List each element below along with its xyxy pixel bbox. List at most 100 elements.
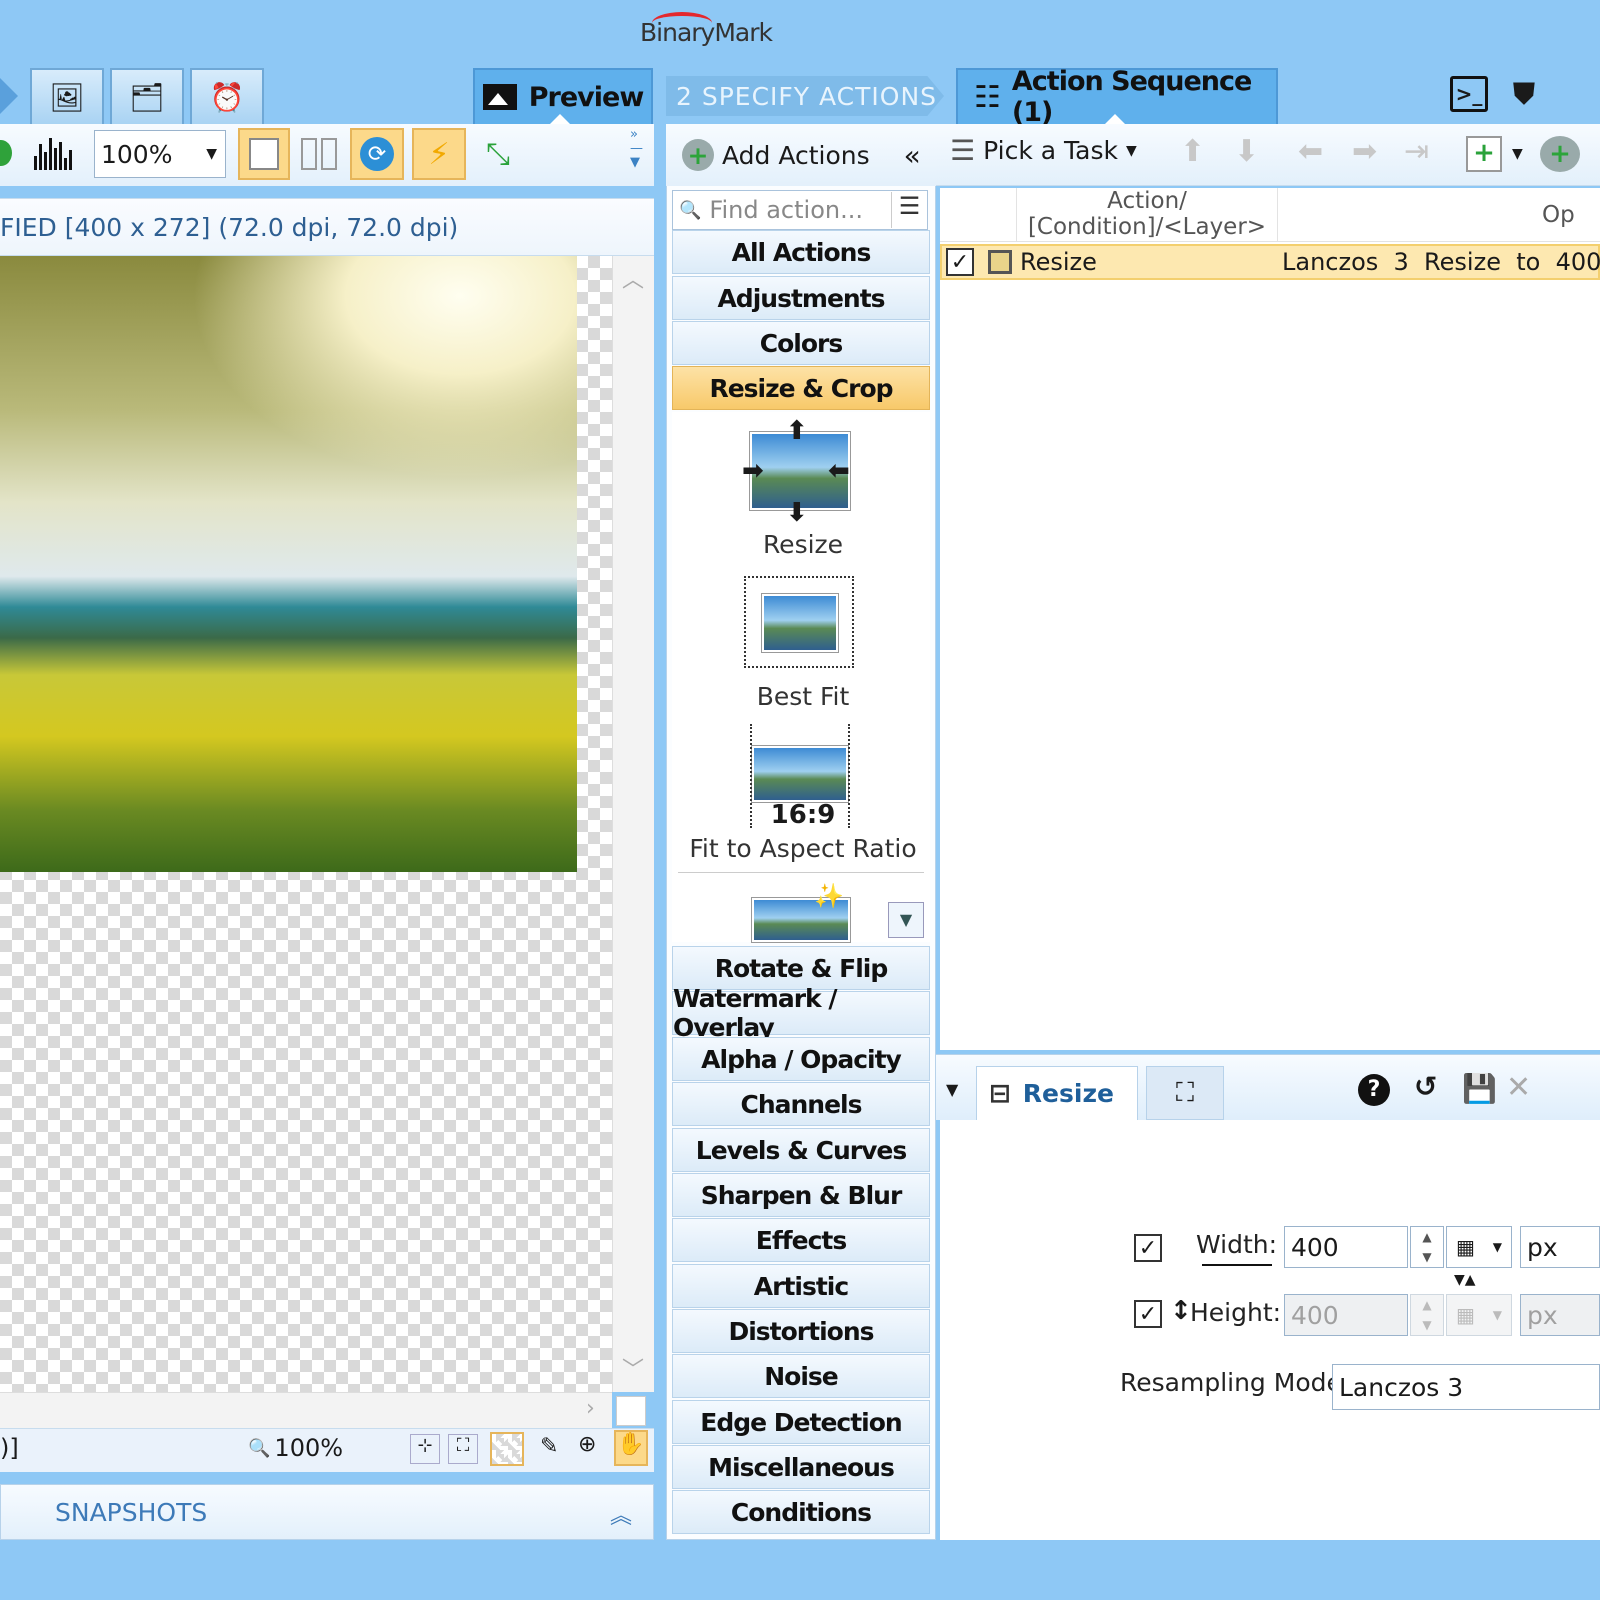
zoom-tool-icon[interactable]: ⊕ bbox=[578, 1432, 596, 1457]
width-enable-checkbox[interactable]: ✓ bbox=[1134, 1234, 1162, 1262]
tab-resize-settings[interactable]: ⊟ Resize bbox=[976, 1066, 1138, 1120]
zoom-select[interactable]: 100% ▼ bbox=[94, 130, 226, 178]
move-to-end-icon[interactable]: ⇥ bbox=[1404, 134, 1429, 169]
resampling-mode-select[interactable]: Lanczos 3 bbox=[1332, 1364, 1600, 1410]
height-spinner[interactable]: ▲ ▼ bbox=[1410, 1294, 1444, 1336]
link-arrows-icon[interactable]: ▼▲ bbox=[1454, 1272, 1476, 1288]
lightning-icon: ⚡ bbox=[428, 136, 450, 172]
move-up-icon[interactable]: ⬆ bbox=[1180, 134, 1205, 169]
hand-tool-icon[interactable]: ✋ bbox=[614, 1430, 648, 1466]
category-sharpen-blur[interactable]: Sharpen & Blur bbox=[672, 1173, 930, 1217]
image-list-tab[interactable]: 🖼 bbox=[30, 68, 104, 124]
resampling-mode-label: Resampling Mode: bbox=[1120, 1368, 1351, 1397]
pick-task-dropdown[interactable]: ☰ Pick a Task ▼ bbox=[950, 134, 1137, 167]
divider bbox=[678, 872, 924, 873]
height-calculator[interactable]: ▦ ▼ bbox=[1446, 1294, 1512, 1336]
category-resize-crop[interactable]: Resize & Crop bbox=[672, 366, 930, 410]
category-all-actions[interactable]: All Actions bbox=[672, 230, 930, 274]
arrow-left-icon: ⬅ bbox=[828, 456, 850, 486]
add-action-gear-icon[interactable]: + bbox=[1540, 136, 1580, 172]
column-options[interactable]: Op bbox=[1542, 202, 1575, 228]
scroll-down-icon[interactable]: ﹀ bbox=[622, 1352, 644, 1384]
category-adjustments[interactable]: Adjustments bbox=[672, 276, 930, 320]
save-icon[interactable]: 💾 bbox=[1462, 1072, 1497, 1105]
add-actions-header[interactable]: + Add Actions « bbox=[666, 124, 936, 186]
toolbar-overflow-icon[interactable]: » — ▼ bbox=[630, 128, 648, 178]
scroll-up-icon[interactable]: ︿ bbox=[622, 262, 644, 294]
horizontal-scrollbar[interactable] bbox=[0, 1392, 612, 1428]
resize-action-label[interactable]: Resize bbox=[672, 530, 934, 559]
help-icon[interactable]: ? bbox=[1358, 1074, 1390, 1106]
close-icon[interactable]: ✕ bbox=[1506, 1070, 1531, 1105]
search-icon: 🔍 bbox=[679, 199, 702, 221]
height-enable-checkbox[interactable]: ✓ bbox=[1134, 1300, 1162, 1328]
width-calculator[interactable]: ▦ ▼ bbox=[1446, 1226, 1512, 1268]
category-conditions[interactable]: Conditions bbox=[672, 1490, 930, 1534]
console-icon[interactable]: >_ bbox=[1450, 76, 1488, 112]
scroll-right-icon[interactable]: › bbox=[586, 1396, 595, 1421]
auto-refresh-button[interactable]: ⟳ bbox=[350, 128, 404, 180]
move-down-icon[interactable]: ⬇ bbox=[1234, 134, 1259, 169]
category-miscellaneous[interactable]: Miscellaneous bbox=[672, 1445, 930, 1489]
height-dimension-icon: ↕ bbox=[1170, 1296, 1192, 1326]
add-layer-icon[interactable]: + bbox=[1466, 136, 1502, 172]
height-label: Height: bbox=[1190, 1298, 1282, 1327]
category-levels-curves[interactable]: Levels & Curves bbox=[672, 1128, 930, 1172]
category-channels[interactable]: Channels bbox=[672, 1082, 930, 1126]
category-distortions[interactable]: Distortions bbox=[672, 1309, 930, 1353]
category-watermark-overlay[interactable]: Watermark / Overlay bbox=[672, 984, 930, 1042]
schedule-tab[interactable]: ⏰ bbox=[190, 68, 264, 124]
best-fit-action-label[interactable]: Best Fit bbox=[672, 682, 934, 711]
find-action-input[interactable]: 🔍 Find action... ☰ bbox=[672, 190, 928, 230]
category-colors[interactable]: Colors bbox=[672, 321, 930, 365]
width-input[interactable]: 400 bbox=[1284, 1226, 1408, 1268]
collapse-settings-icon[interactable]: ▼ bbox=[946, 1080, 958, 1099]
histogram-icon[interactable] bbox=[34, 136, 74, 170]
split-view-button[interactable] bbox=[298, 134, 340, 174]
category-artistic[interactable]: Artistic bbox=[672, 1264, 930, 1308]
width-spinner[interactable]: ▲ ▼ bbox=[1410, 1226, 1444, 1268]
alarm-clock-icon: ⏰ bbox=[209, 80, 245, 114]
snapshots-bar[interactable]: SNAPSHOTS bbox=[0, 1484, 654, 1540]
add-gear-icon: + bbox=[682, 139, 714, 171]
column-action[interactable]: Action/[Condition]/<Layer> bbox=[1016, 188, 1278, 242]
row-action-options: Lanczos 3 Resize to 400 bbox=[1282, 248, 1600, 276]
fit-aspect-ratio-action-label[interactable]: Fit to Aspect Ratio bbox=[672, 834, 934, 863]
single-view-button[interactable] bbox=[238, 128, 290, 180]
step-specify-actions[interactable]: 2 SPECIFY ACTIONS bbox=[666, 76, 944, 116]
status-left-text: )] bbox=[0, 1434, 19, 1462]
row-action-name: Resize bbox=[1020, 248, 1097, 276]
back-arrow-icon[interactable] bbox=[0, 78, 18, 114]
expand-list-icon[interactable]: ▼ bbox=[888, 902, 924, 938]
fit-view-icon[interactable]: ⛶ bbox=[448, 1434, 478, 1464]
collapse-left-icon[interactable]: « bbox=[904, 139, 921, 172]
category-noise[interactable]: Noise bbox=[672, 1354, 930, 1398]
reset-icon[interactable]: ↺ bbox=[1414, 1070, 1437, 1103]
move-left-icon[interactable]: ⬅ bbox=[1298, 134, 1323, 169]
expand-up-icon[interactable]: ︽ bbox=[610, 1498, 632, 1530]
category-edge-detection[interactable]: Edge Detection bbox=[672, 1400, 930, 1444]
shield-icon[interactable]: ⛊ bbox=[1508, 76, 1540, 112]
vertical-scrollbar[interactable] bbox=[612, 256, 654, 1392]
folder-search-icon: 🗂 bbox=[129, 80, 165, 114]
checker-toggle-icon[interactable] bbox=[490, 1432, 524, 1466]
column-action-line2: [Condition]/<Layer> bbox=[1027, 214, 1267, 240]
height-input[interactable]: 400 bbox=[1284, 1294, 1408, 1336]
row-enable-checkbox[interactable]: ✓ bbox=[946, 248, 974, 276]
folder-tab[interactable]: 🗂 bbox=[110, 68, 184, 124]
height-unit[interactable]: px bbox=[1520, 1294, 1600, 1336]
calculator-icon: ▦ bbox=[1455, 1235, 1475, 1259]
best-fit-action-icon[interactable] bbox=[762, 594, 838, 652]
search-options-icon[interactable]: ☰ bbox=[891, 192, 927, 228]
move-right-icon[interactable]: ➡ bbox=[1352, 134, 1377, 169]
width-unit[interactable]: px bbox=[1520, 1226, 1600, 1268]
eyedropper-icon[interactable]: ✎ bbox=[540, 1434, 558, 1459]
checklist-icon: ☰ bbox=[950, 134, 976, 167]
tab-region-settings[interactable]: ⛶ bbox=[1146, 1066, 1224, 1120]
category-effects[interactable]: Effects bbox=[672, 1218, 930, 1262]
center-view-icon[interactable]: ⊹ bbox=[410, 1434, 440, 1464]
category-alpha-opacity[interactable]: Alpha / Opacity bbox=[672, 1037, 930, 1081]
lightning-button[interactable]: ⚡ bbox=[412, 128, 466, 180]
chevron-down-icon[interactable]: ▼ bbox=[1512, 146, 1523, 162]
fit-arrows-icon[interactable]: ⤡ bbox=[478, 134, 518, 174]
